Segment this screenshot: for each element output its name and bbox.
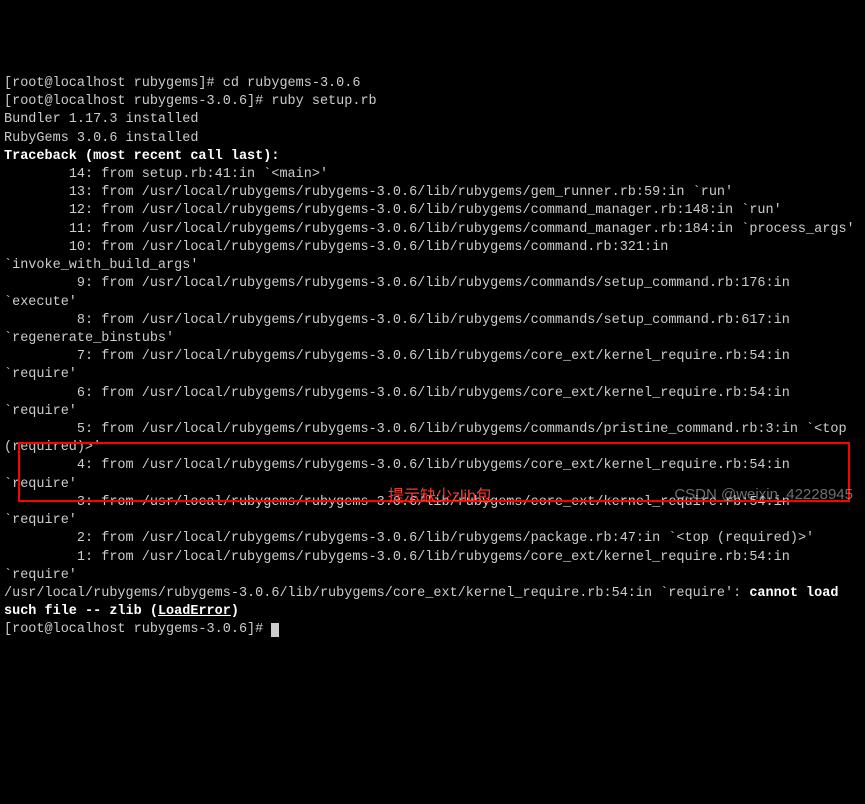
terminal-line: [root@localhost rubygems-3.0.6]# ruby se… <box>4 93 861 111</box>
error-line: /usr/local/rubygems/rubygems-3.0.6/lib/r… <box>4 585 861 621</box>
terminal-line: [root@localhost rubygems]# cd rubygems-3… <box>4 75 861 93</box>
prompt-line[interactable]: [root@localhost rubygems-3.0.6]# <box>4 621 861 639</box>
terminal-line: 5: from /usr/local/rubygems/rubygems-3.0… <box>4 421 861 457</box>
error-class: LoadError <box>158 604 231 619</box>
terminal-line: RubyGems 3.0.6 installed <box>4 130 861 148</box>
terminal-line: 2: from /usr/local/rubygems/rubygems-3.0… <box>4 530 861 548</box>
cursor-icon <box>271 623 279 637</box>
terminal-line: 11: from /usr/local/rubygems/rubygems-3.… <box>4 221 861 239</box>
terminal-line: 12: from /usr/local/rubygems/rubygems-3.… <box>4 202 861 220</box>
terminal-line: 13: from /usr/local/rubygems/rubygems-3.… <box>4 184 861 202</box>
terminal-line: Bundler 1.17.3 installed <box>4 111 861 129</box>
error-path: /usr/local/rubygems/rubygems-3.0.6/lib/r… <box>4 586 749 601</box>
terminal-line: 8: from /usr/local/rubygems/rubygems-3.0… <box>4 312 861 348</box>
prompt-text: [root@localhost rubygems-3.0.6]# <box>4 622 271 637</box>
terminal-line: 9: from /usr/local/rubygems/rubygems-3.0… <box>4 275 861 311</box>
watermark-text: CSDN @weixin_42228945 <box>674 485 853 505</box>
terminal-line: 7: from /usr/local/rubygems/rubygems-3.0… <box>4 348 861 384</box>
error-suffix: ) <box>231 604 239 619</box>
terminal-line: Traceback (most recent call last): <box>4 148 861 166</box>
terminal-line: 14: from setup.rb:41:in `<main>' <box>4 166 861 184</box>
terminal-line: 1: from /usr/local/rubygems/rubygems-3.0… <box>4 549 861 585</box>
terminal-line: 10: from /usr/local/rubygems/rubygems-3.… <box>4 239 861 275</box>
annotation-text: 提示缺少zlib包 <box>388 486 492 508</box>
terminal-line: 6: from /usr/local/rubygems/rubygems-3.0… <box>4 385 861 421</box>
terminal-output: [root@localhost rubygems]# cd rubygems-3… <box>4 75 861 640</box>
